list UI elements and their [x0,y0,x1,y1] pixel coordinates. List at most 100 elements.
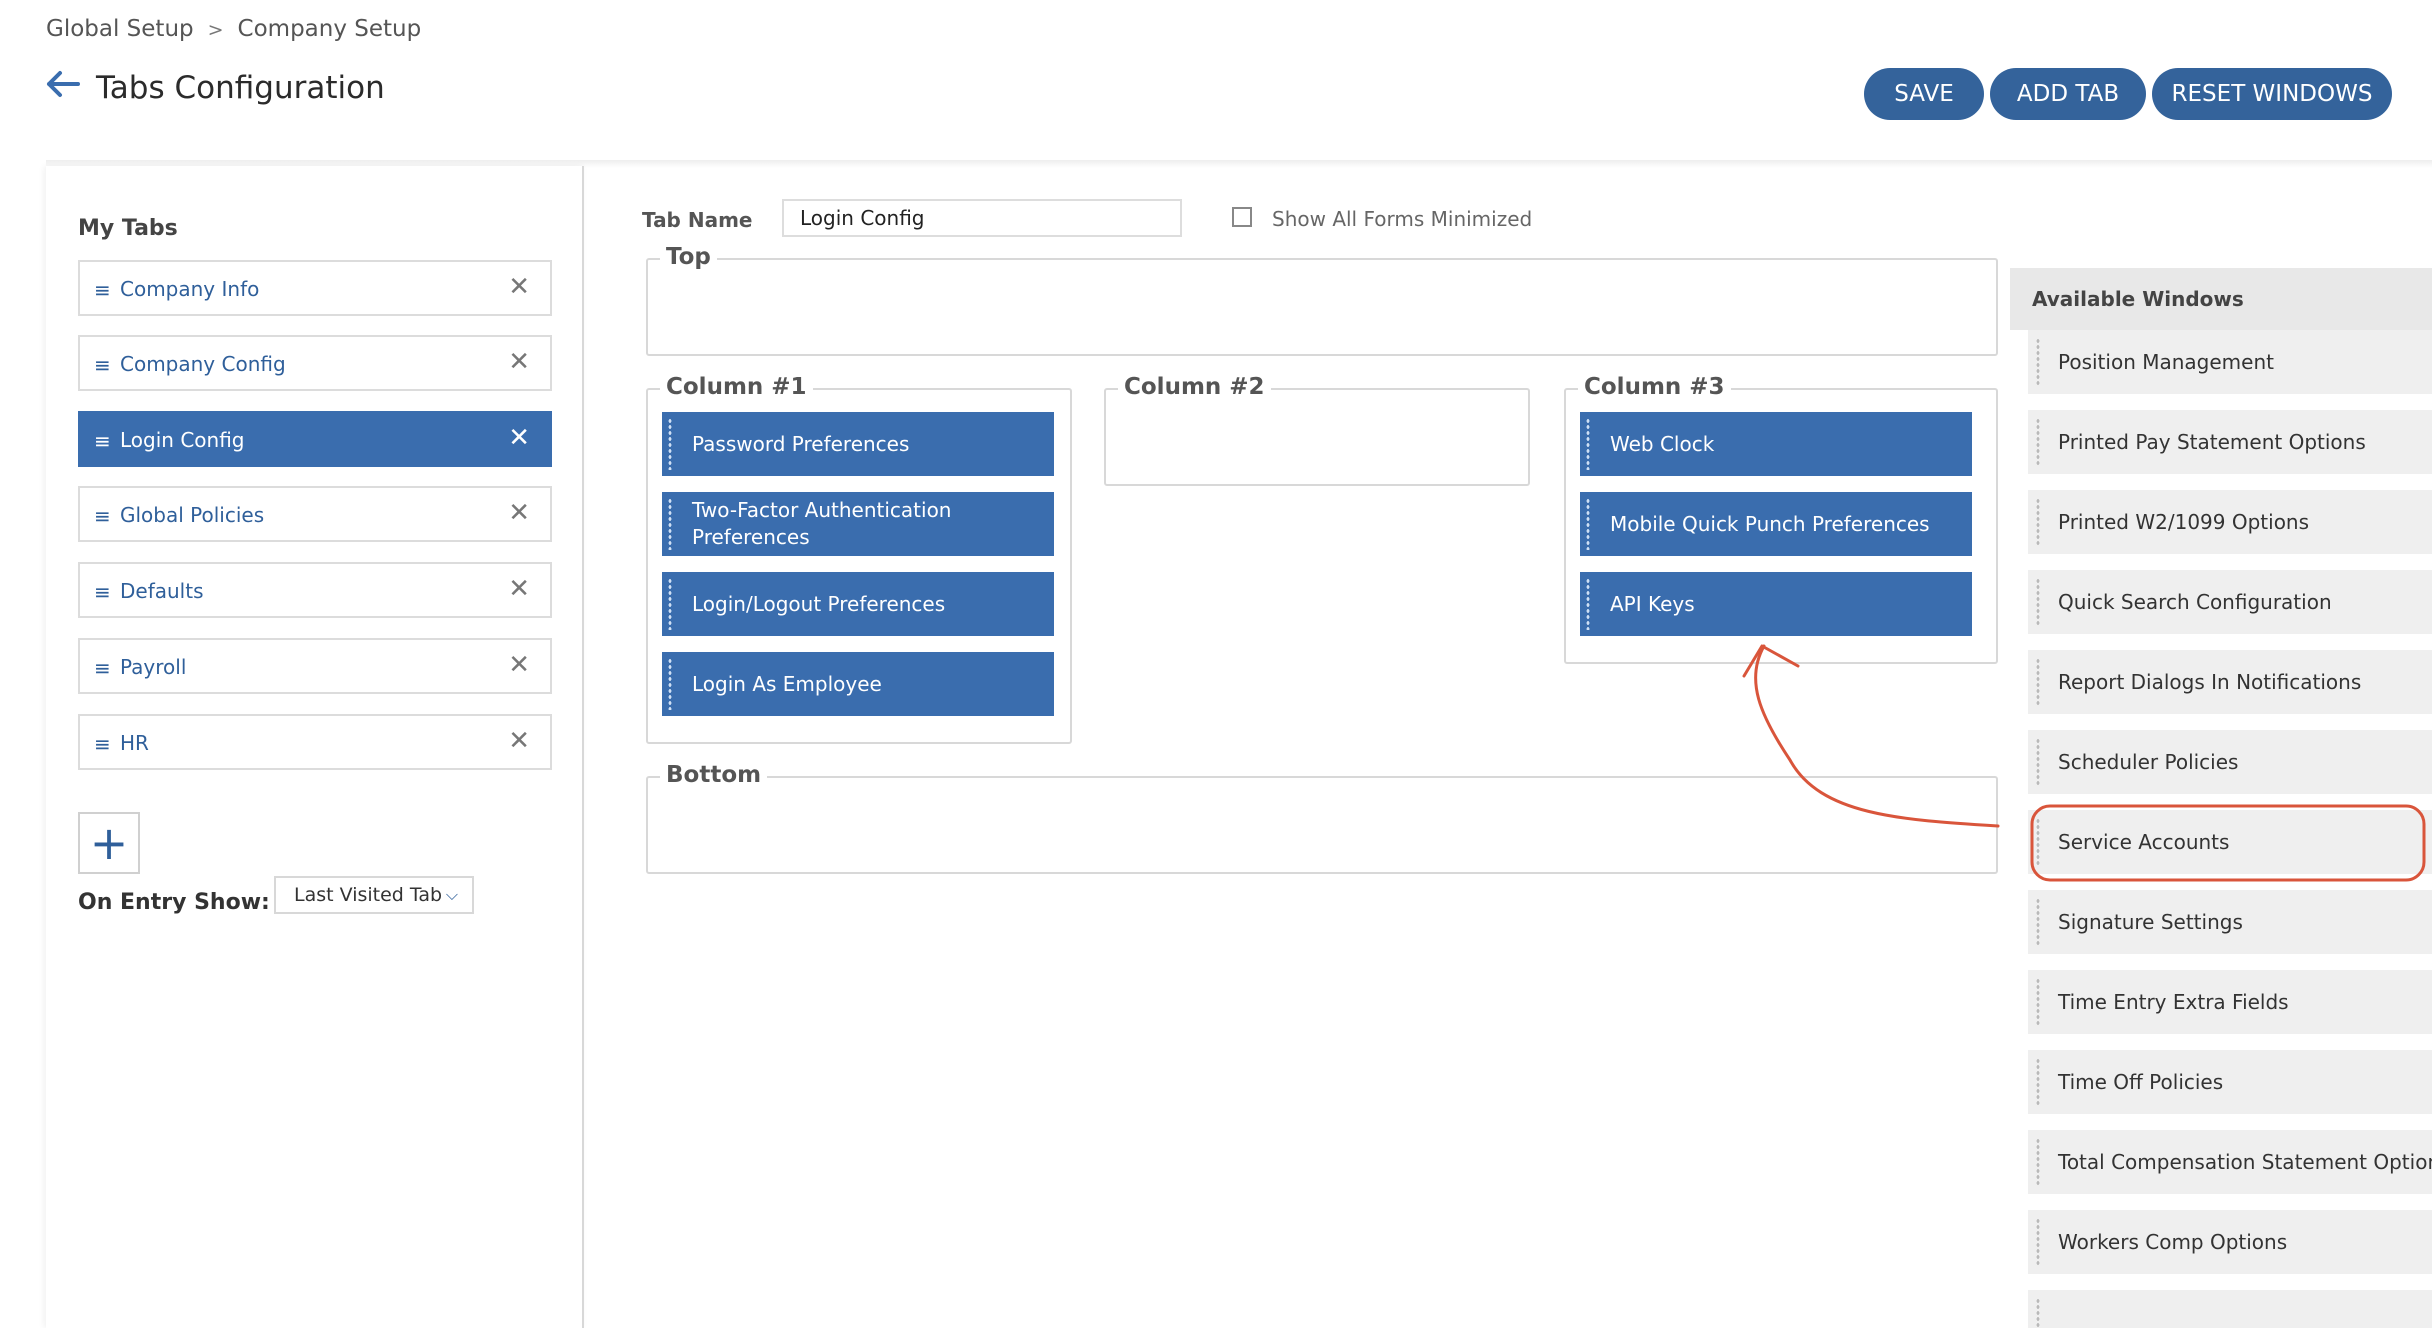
available-window-item[interactable]: Position Management [2028,330,2432,394]
window-item[interactable]: Login/Logout Preferences [662,572,1054,636]
breadcrumb: Global Setup > Company Setup [46,16,421,42]
tab-name-input[interactable]: Login Config [782,199,1182,237]
available-window-item[interactable]: Time Off Policies [2028,1050,2432,1114]
show-minimized-checkbox[interactable] [1232,207,1252,227]
tab-item-label: Defaults [120,579,204,603]
tab-item-payroll[interactable]: ≡ Payroll ✕ [78,638,552,694]
available-window-item-service-accounts[interactable]: Service Accounts [2028,810,2432,874]
window-item-label: Password Preferences [692,431,910,456]
tab-item-label: Company Info [120,277,260,301]
available-window-item[interactable]: Quick Search Configuration [2028,570,2432,634]
window-item-label: Login/Logout Preferences [692,591,946,616]
top-zone-label: Top [660,244,717,270]
add-tab-button[interactable]: ADD TAB [1990,68,2146,120]
close-icon[interactable]: ✕ [508,347,530,377]
window-item[interactable]: Mobile Quick Punch Preferences [1580,492,1972,556]
drag-handle-icon[interactable] [668,658,672,710]
close-icon[interactable]: ✕ [508,726,530,756]
drag-handle-icon[interactable] [668,578,672,630]
close-icon[interactable]: ✕ [508,423,530,453]
close-icon[interactable]: ✕ [508,650,530,680]
available-window-item[interactable]: Workers Comp Options [2028,1210,2432,1274]
window-item-label: API Keys [1610,591,1695,616]
drag-handle-icon[interactable]: ≡ [94,278,111,302]
top-zone[interactable]: Top [646,244,1998,356]
drag-handle-icon[interactable] [1586,418,1590,470]
tab-item-login-config[interactable]: ≡ Login Config ✕ [78,411,552,467]
drag-handle-icon[interactable]: ≡ [94,732,111,756]
window-item[interactable]: Web Clock [1580,412,1972,476]
drag-handle-icon[interactable] [2036,978,2040,1026]
column-3-label: Column #3 [1578,374,1731,400]
drag-handle-icon[interactable] [1586,578,1590,630]
on-entry-select[interactable]: Last Visited Tab ⌵ [274,876,474,914]
drag-handle-icon[interactable] [668,498,672,550]
drag-handle-icon[interactable]: ≡ [94,580,111,604]
available-window-item[interactable]: Report Dialogs In Notifications [2028,650,2432,714]
drag-handle-icon[interactable]: ≡ [94,429,111,453]
tab-item-global-policies[interactable]: ≡ Global Policies ✕ [78,486,552,542]
drag-handle-icon[interactable] [2036,418,2040,466]
close-icon[interactable]: ✕ [508,272,530,302]
drag-handle-icon[interactable] [2036,1298,2040,1328]
column-2-label: Column #2 [1118,374,1271,400]
window-item[interactable]: Two-Factor Authentication Preferences [662,492,1054,556]
reset-windows-button[interactable]: RESET WINDOWS [2152,68,2392,120]
bottom-zone[interactable]: Bottom [646,762,1998,874]
available-window-label: Workers Comp Options [2058,1230,2288,1254]
available-window-item[interactable]: Total Compensation Statement Options [2028,1130,2432,1194]
drag-handle-icon[interactable] [668,418,672,470]
available-window-label: Position Management [2058,350,2274,374]
tab-item-company-config[interactable]: ≡ Company Config ✕ [78,335,552,391]
save-button[interactable]: SAVE [1864,68,1984,120]
available-window-item[interactable]: Printed Pay Statement Options [2028,410,2432,474]
tab-item-defaults[interactable]: ≡ Defaults ✕ [78,562,552,618]
drag-handle-icon[interactable] [2036,498,2040,546]
column-2-zone[interactable]: Column #2 [1104,374,1530,486]
drag-handle-icon[interactable] [2036,818,2040,866]
available-window-label: Signature Settings [2058,910,2243,934]
available-window-item-partial[interactable] [2028,1290,2432,1328]
drag-handle-icon[interactable] [2036,658,2040,706]
drag-handle-icon[interactable] [2036,738,2040,786]
drag-handle-icon[interactable]: ≡ [94,353,111,377]
available-window-label: Time Off Policies [2058,1070,2224,1094]
drag-handle-icon[interactable] [2036,1138,2040,1186]
tab-item-label: Payroll [120,655,187,679]
tab-item-company-info[interactable]: ≡ Company Info ✕ [78,260,552,316]
tab-item-label: Company Config [120,352,286,376]
arrow-left-icon[interactable] [46,70,80,98]
tab-item-label: Login Config [120,428,245,452]
window-item[interactable]: Login As Employee [662,652,1054,716]
bottom-zone-label: Bottom [660,762,768,788]
available-window-label: Printed Pay Statement Options [2058,430,2366,454]
drag-handle-icon[interactable] [2036,898,2040,946]
on-entry-label: On Entry Show: [78,890,270,915]
breadcrumb-global-setup[interactable]: Global Setup [46,16,194,42]
available-window-item[interactable]: Printed W2/1099 Options [2028,490,2432,554]
available-window-label: Time Entry Extra Fields [2058,990,2289,1014]
breadcrumb-company-setup[interactable]: Company Setup [238,16,422,42]
available-window-item[interactable]: Time Entry Extra Fields [2028,970,2432,1034]
window-item-label: Web Clock [1610,431,1715,456]
window-item-label: Two-Factor Authentication Preferences [692,498,952,549]
close-icon[interactable]: ✕ [508,574,530,604]
window-item[interactable]: Password Preferences [662,412,1054,476]
tab-item-label: Global Policies [120,503,265,527]
drag-handle-icon[interactable] [2036,578,2040,626]
drag-handle-icon[interactable] [2036,338,2040,386]
available-window-item[interactable]: Signature Settings [2028,890,2432,954]
drag-handle-icon[interactable] [2036,1218,2040,1266]
close-icon[interactable]: ✕ [508,498,530,528]
available-window-label: Scheduler Policies [2058,750,2239,774]
drag-handle-icon[interactable]: ≡ [94,656,111,680]
plus-icon[interactable]: + [78,812,140,874]
drag-handle-icon[interactable]: ≡ [94,504,111,528]
available-window-item[interactable]: Scheduler Policies [2028,730,2432,794]
window-item[interactable]: API Keys [1580,572,1972,636]
drag-handle-icon[interactable] [1586,498,1590,550]
tab-item-label: HR [120,731,149,755]
tab-item-hr[interactable]: ≡ HR ✕ [78,714,552,770]
window-item-label: Mobile Quick Punch Preferences [1610,511,1930,536]
drag-handle-icon[interactable] [2036,1058,2040,1106]
